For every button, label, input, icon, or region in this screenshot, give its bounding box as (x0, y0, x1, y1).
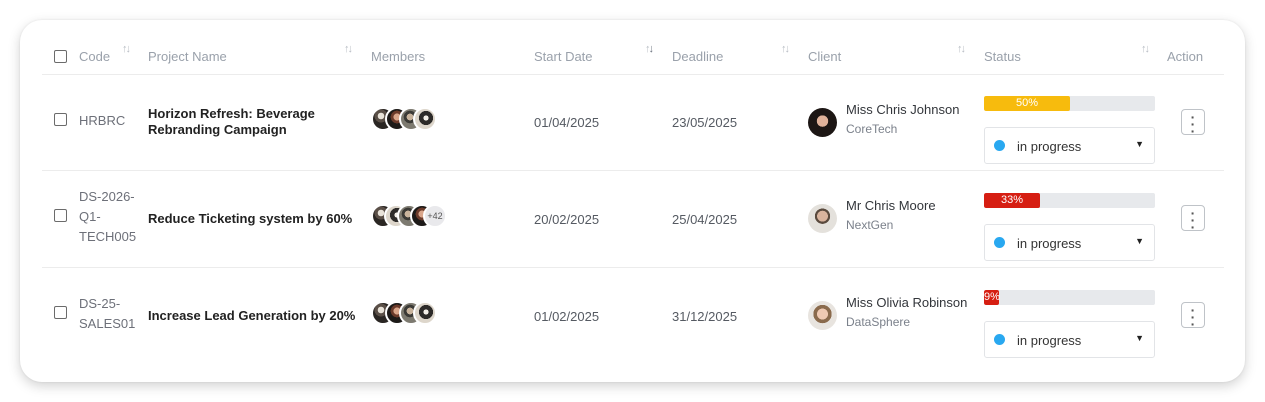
row-checkbox[interactable] (54, 113, 67, 126)
project-name[interactable]: Horizon Refresh: Beverage Rebranding Cam… (148, 106, 328, 138)
deadline: 23/05/2025 (672, 115, 738, 130)
caret-down-icon: ▼ (1135, 236, 1144, 246)
table-header: Code ↑↓ Project Name ↑↓ Members Start Da… (42, 38, 1224, 75)
project-name[interactable]: Reduce Ticketing system by 60% (148, 211, 363, 227)
start-date: 01/04/2025 (534, 115, 600, 130)
sort-arrows-icon[interactable]: ↑↓ (957, 43, 966, 55)
avatar (413, 301, 437, 325)
progress-bar: 33% (984, 193, 1155, 208)
caret-down-icon: ▼ (1135, 333, 1144, 343)
status-dot-icon (994, 334, 1005, 345)
sort-arrows-icon[interactable]: ↑↓ (1141, 43, 1150, 55)
column-header-status[interactable]: Status (984, 38, 1021, 75)
client-name: Mr Chris Moore (846, 198, 936, 213)
client-company: DataSphere (846, 315, 911, 329)
status-dot-icon (994, 140, 1005, 151)
status-select[interactable]: in progress ▼ (984, 224, 1155, 261)
row-checkbox[interactable] (54, 209, 67, 222)
deadline: 25/04/2025 (672, 212, 738, 227)
row-action-button[interactable]: · · · (1181, 205, 1205, 235)
progress-bar: 9% (984, 290, 1155, 305)
project-code: DS-2026- Q1- TECH005 (79, 187, 136, 247)
project-name[interactable]: Increase Lead Generation by 20% (148, 308, 363, 324)
status-value: in progress (1017, 333, 1082, 348)
column-header-members: Members (371, 49, 426, 64)
kebab-menu-icon: · · · (1190, 205, 1196, 235)
column-header-client[interactable]: Client (808, 38, 841, 75)
project-code-line: DS-25- (79, 296, 121, 311)
row-action-button[interactable]: · · · (1181, 109, 1205, 139)
status-value: in progress (1017, 139, 1082, 154)
caret-down-icon: ▼ (1135, 139, 1144, 149)
sort-arrows-icon[interactable]: ↑↓ (344, 43, 353, 55)
client-name: Miss Chris Johnson (846, 102, 960, 117)
column-header-deadline[interactable]: Deadline (672, 38, 723, 75)
project-code: DS-25- SALES01 (79, 294, 135, 334)
sort-arrows-icon[interactable]: ↑↓ (781, 43, 790, 55)
table-row: DS-2026- Q1- TECH005 Reduce Ticketing sy… (42, 171, 1224, 268)
members-avatars[interactable]: +42 (371, 204, 451, 228)
status-select[interactable]: in progress ▼ (984, 321, 1155, 358)
status-select[interactable]: in progress ▼ (984, 127, 1155, 164)
progress-label: 33% (1000, 194, 1024, 206)
project-code-line: Q1- (79, 209, 101, 224)
project-code-line: SALES01 (79, 316, 136, 331)
column-header-action: Action (1167, 49, 1204, 64)
client-avatar (808, 108, 837, 137)
deadline: 31/12/2025 (672, 309, 738, 324)
client-avatar (808, 204, 837, 233)
sort-arrows-icon[interactable]: ↑↓ (645, 43, 654, 55)
project-code-line: DS-2026- (79, 189, 135, 204)
select-all-checkbox[interactable] (54, 50, 67, 63)
row-action-button[interactable]: · · · (1181, 302, 1205, 332)
sort-arrows-icon[interactable]: ↑↓ (122, 43, 131, 55)
project-code: HRBRC (79, 113, 126, 128)
more-members-badge[interactable]: +42 (423, 204, 447, 228)
start-date: 01/02/2025 (534, 309, 600, 324)
project-code-line: TECH005 (79, 229, 137, 244)
progress-bar: 50% (984, 96, 1155, 111)
status-dot-icon (994, 237, 1005, 248)
table-row: DS-25- SALES01 Increase Lead Generation … (42, 268, 1224, 364)
column-header-start-date[interactable]: Start Date (534, 38, 593, 75)
avatar (413, 107, 437, 131)
status-value: in progress (1017, 236, 1082, 251)
members-avatars[interactable] (371, 301, 441, 325)
client-company: CoreTech (846, 122, 898, 136)
progress-label: 50% (1015, 97, 1039, 109)
kebab-menu-icon: · · · (1190, 109, 1196, 139)
progress-label: 9% (984, 291, 1000, 303)
column-header-project-name[interactable]: Project Name (148, 38, 227, 75)
client-avatar (808, 301, 837, 330)
start-date: 20/02/2025 (534, 212, 600, 227)
row-checkbox[interactable] (54, 306, 67, 319)
client-name: Miss Olivia Robinson (846, 295, 968, 310)
client-company: NextGen (846, 218, 894, 232)
column-header-code[interactable]: Code (79, 38, 110, 75)
members-avatars[interactable] (371, 107, 441, 131)
table-row: HRBRC Horizon Refresh: Beverage Rebrandi… (42, 75, 1224, 171)
kebab-menu-icon: · · · (1190, 302, 1196, 332)
